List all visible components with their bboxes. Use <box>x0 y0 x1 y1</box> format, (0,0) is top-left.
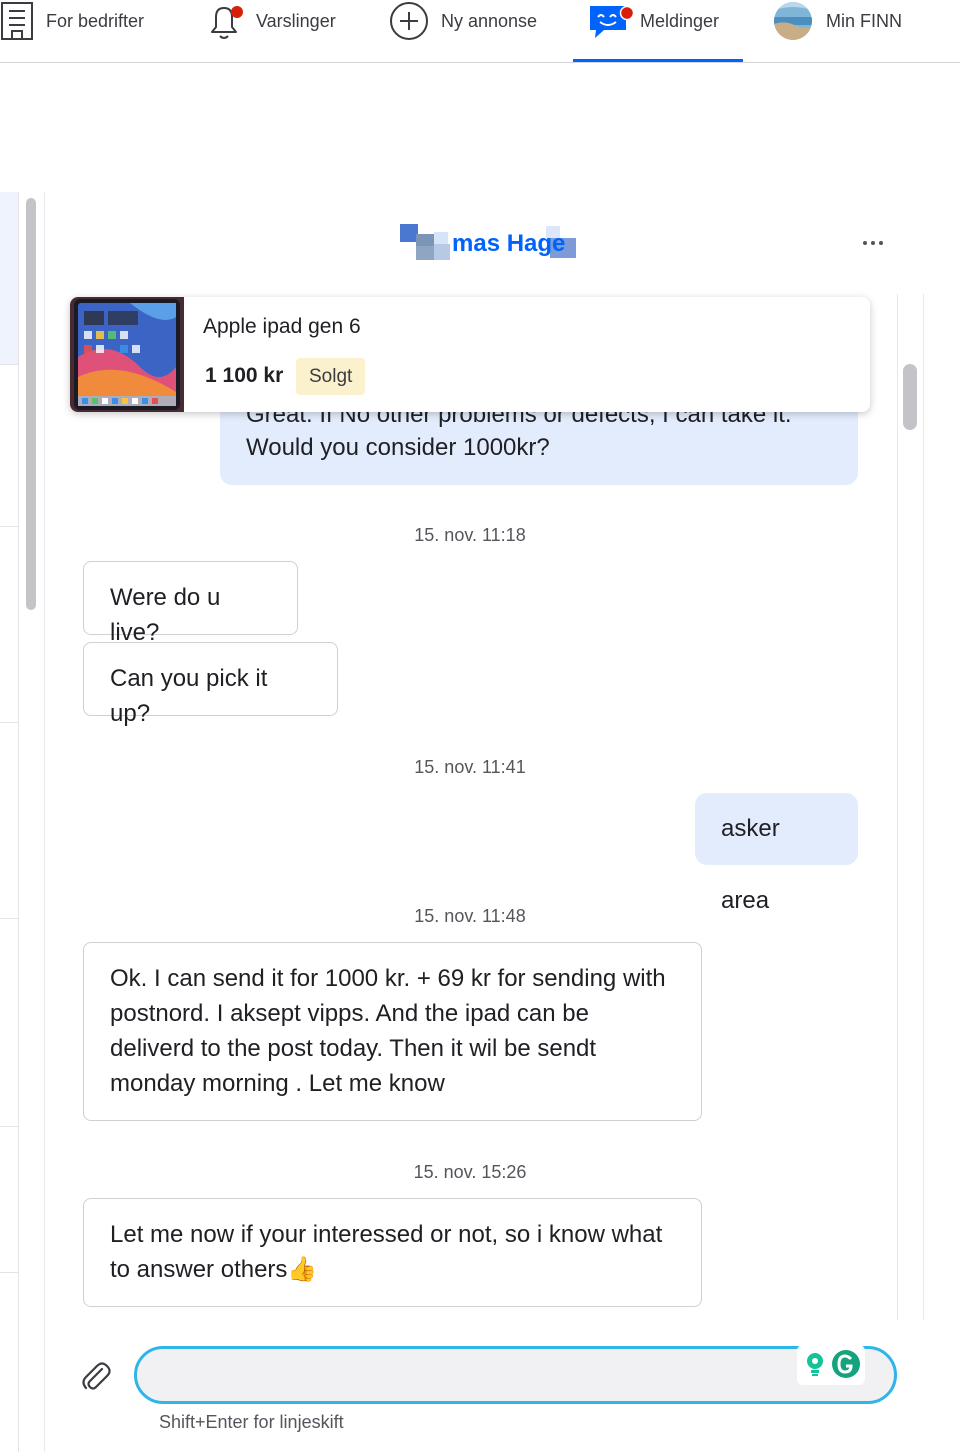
nav-new-ad[interactable]: Ny annonse <box>389 0 537 42</box>
message-input[interactable] <box>157 1349 801 1403</box>
message-text: Were do u live? <box>110 584 221 646</box>
building-icon <box>0 0 34 42</box>
panel-divider <box>44 192 45 1452</box>
list-divider <box>0 364 18 365</box>
dot <box>871 241 875 245</box>
nav-new-ad-label: Ny annonse <box>441 10 538 31</box>
list-divider <box>0 1272 18 1273</box>
message-incoming: Can you pick it up? <box>83 642 338 727</box>
nav-for-business[interactable]: For bedrifter <box>0 0 144 42</box>
message-incoming: Ok. I can send it for 1000 kr. + 69 kr f… <box>83 942 702 1121</box>
active-tab-indicator <box>573 59 743 62</box>
conversation-partner-name[interactable]: mas Hage <box>400 224 576 262</box>
ad-thumbnail <box>70 297 184 412</box>
bell-icon <box>206 0 246 42</box>
top-navigation: For bedrifter Varslinger Ny annonse Meld… <box>0 0 960 63</box>
message-timestamp: 15. nov. 15:26 <box>413 1162 527 1182</box>
attach-button[interactable] <box>80 1360 112 1394</box>
paperclip-icon <box>80 1362 112 1398</box>
selected-conversation-edge[interactable] <box>0 192 18 364</box>
nav-messages[interactable]: Meldinger <box>588 0 719 42</box>
dot <box>863 241 867 245</box>
nav-my-finn-label: Min FINN <box>826 10 902 31</box>
grammar-check-icon[interactable] <box>831 1349 861 1384</box>
nav-messages-label: Meldinger <box>640 10 720 31</box>
message-text: Let me now if your interessed or not, so… <box>110 1221 663 1283</box>
dot <box>879 241 883 245</box>
ad-summary-card[interactable]: Apple ipad gen 6 1 100 kr Solgt <box>70 297 870 412</box>
pixelation-block <box>416 246 434 260</box>
message-text: Would you consider 1000kr? <box>246 434 550 461</box>
list-divider <box>0 1126 18 1127</box>
message-outgoing: asker area <box>695 793 858 914</box>
chat-bubble-icon <box>588 0 634 42</box>
ad-price: 1 100 kr <box>205 364 284 387</box>
list-divider <box>0 722 18 723</box>
partner-name-text: mas Hage <box>452 230 566 257</box>
lightbulb-icon[interactable] <box>803 1351 827 1384</box>
message-timestamp: 15. nov. 11:18 <box>414 525 526 545</box>
message-timestamp: 15. nov. 11:48 <box>414 906 526 926</box>
message-composer[interactable] <box>134 1346 897 1404</box>
ad-title: Apple ipad gen 6 <box>203 315 361 338</box>
message-incoming: Let me now if your interessed or not, so… <box>83 1198 702 1307</box>
writing-assistant-widget[interactable] <box>797 1345 865 1385</box>
plus-circle-icon <box>389 1 429 41</box>
conversation-list-edge <box>0 192 19 1452</box>
message-incoming: Were do u live? <box>83 561 298 646</box>
nav-my-finn[interactable]: Min FINN <box>774 0 902 42</box>
message-timestamp: 15. nov. 11:41 <box>414 757 526 777</box>
nav-notifications-label: Varslinger <box>256 10 336 31</box>
message-text: Ok. I can send it for 1000 kr. + 69 kr f… <box>110 965 666 1097</box>
more-options-button[interactable] <box>856 230 890 256</box>
message-text: Can you pick it up? <box>110 665 268 727</box>
conversation-list-scrollbar[interactable] <box>26 198 36 610</box>
pixelation-block <box>434 244 450 260</box>
nav-notifications[interactable]: Varslinger <box>206 0 336 42</box>
messages-scrollbar-thumb[interactable] <box>903 364 917 430</box>
composer-hint: Shift+Enter for linjeskift <box>159 1412 344 1432</box>
message-text: asker area <box>721 815 780 914</box>
nav-for-business-label: For bedrifter <box>46 10 145 31</box>
status-badge: Solgt <box>296 358 366 395</box>
avatar <box>774 2 812 40</box>
